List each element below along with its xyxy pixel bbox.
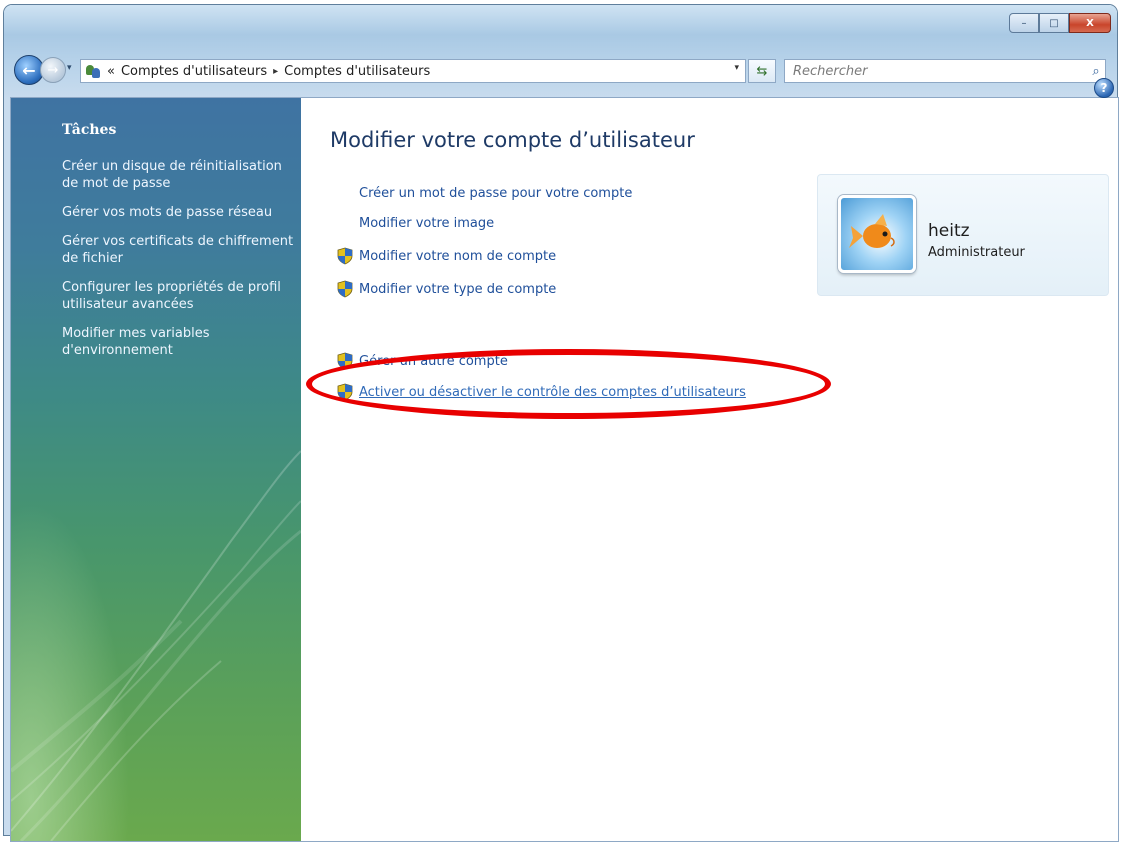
task-toggle-uac[interactable]: Activer ou désactiver le contrôle des co…	[337, 383, 746, 401]
breadcrumb-overflow[interactable]: «	[107, 64, 115, 79]
forward-button[interactable]: →	[40, 57, 66, 83]
search-box: ⌕	[784, 59, 1106, 83]
help-icon[interactable]: ?	[1094, 78, 1114, 98]
sidebar-item-create-reset-disk[interactable]: Créer un disque de réinitialisation de m…	[62, 158, 294, 192]
task-label: Modifier votre type de compte	[359, 281, 557, 297]
task-label: Activer ou désactiver le contrôle des co…	[359, 384, 746, 400]
user-role: Administrateur	[928, 245, 1025, 260]
sidebar-title: Tâches	[62, 122, 117, 138]
content-area: Tâches Créer un disque de réinitialisati…	[10, 78, 1119, 842]
breadcrumb-separator-icon[interactable]: ▸	[273, 66, 278, 77]
address-dropdown-icon[interactable]: ▾	[734, 63, 739, 73]
sidebar-swirl-decoration	[11, 450, 301, 841]
control-panel-window: – □ X ← → ▾ « Comptes d'utilisateurs ▸ C…	[4, 5, 1119, 842]
navigation-bar: ← → ▾ « Comptes d'utilisateurs ▸ Comptes…	[10, 55, 1110, 87]
refresh-button[interactable]: ⇆	[748, 59, 776, 83]
recent-pages-dropdown[interactable]: ▾	[67, 63, 72, 73]
tasks-sidebar: Tâches Créer un disque de réinitialisati…	[11, 98, 301, 841]
task-change-account-type[interactable]: Modifier votre type de compte	[337, 280, 556, 298]
user-name: heitz	[928, 221, 970, 241]
sidebar-item-environment-variables[interactable]: Modifier mes variables d'environnement	[62, 325, 294, 359]
address-bar[interactable]: « Comptes d'utilisateurs ▸ Comptes d'uti…	[80, 59, 746, 83]
task-change-picture[interactable]: Modifier votre image	[353, 216, 494, 231]
task-create-password[interactable]: Créer un mot de passe pour votre compte	[353, 186, 632, 201]
avatar[interactable]	[838, 195, 916, 273]
search-icon[interactable]: ⌕	[1087, 64, 1105, 79]
task-change-account-name[interactable]: Modifier votre nom de compte	[337, 247, 556, 265]
close-button[interactable]: X	[1069, 13, 1111, 33]
sidebar-links: Créer un disque de réinitialisation de m…	[62, 158, 294, 371]
sidebar-item-manage-network-passwords[interactable]: Gérer vos mots de passe réseau	[62, 204, 294, 221]
task-label: Modifier votre image	[359, 216, 495, 231]
user-account-tile: heitz Administrateur	[817, 174, 1109, 296]
breadcrumb-item-user-accounts[interactable]: Comptes d'utilisateurs	[121, 64, 267, 79]
search-input[interactable]	[791, 62, 1087, 80]
uac-shield-icon	[337, 352, 353, 370]
user-accounts-icon	[85, 63, 101, 79]
maximize-button[interactable]: □	[1039, 13, 1069, 33]
breadcrumb-item-user-accounts-current[interactable]: Comptes d'utilisateurs	[284, 64, 430, 79]
minimize-button[interactable]: –	[1009, 13, 1039, 33]
page-title: Modifier votre compte d’utilisateur	[330, 128, 695, 152]
task-manage-another-account[interactable]: Gérer un autre compte	[337, 352, 508, 370]
uac-shield-icon	[337, 383, 353, 401]
goldfish-picture-icon	[849, 214, 895, 248]
uac-shield-icon	[337, 280, 353, 298]
uac-shield-icon	[337, 247, 353, 265]
task-label: Gérer un autre compte	[359, 353, 508, 369]
sidebar-item-manage-encryption-certificates[interactable]: Gérer vos certificats de chiffrement de …	[62, 233, 294, 267]
main-panel: ? Modifier votre compte d’utilisateur Cr…	[301, 78, 1118, 841]
task-label: Modifier votre nom de compte	[359, 248, 557, 264]
sidebar-item-advanced-profile-properties[interactable]: Configurer les propriétés de profil util…	[62, 279, 294, 313]
task-label: Créer un mot de passe pour votre compte	[359, 186, 633, 201]
caption-buttons: – □ X	[1009, 13, 1111, 33]
